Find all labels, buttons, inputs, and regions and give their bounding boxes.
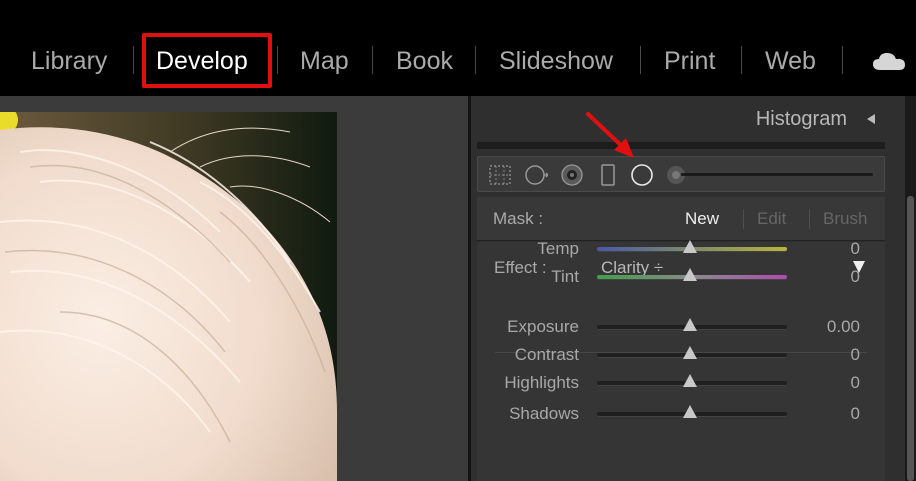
mask-brush-button[interactable]: Brush: [823, 209, 867, 229]
panel-scrollbar-thumb[interactable]: [907, 196, 914, 481]
module-library[interactable]: Library: [31, 46, 107, 76]
mask-row: Mask : New Edit Brush: [477, 197, 885, 241]
right-panel: Histogram Mask : New Edit Brush Effect:…: [471, 96, 905, 481]
slider-shadows: Shadows 0: [477, 401, 885, 427]
photo-workarea[interactable]: [0, 96, 468, 481]
slider-label: Shadows: [509, 404, 579, 423]
module-separator: [133, 46, 134, 74]
graduated-filter-icon[interactable]: [596, 163, 620, 187]
slider-value[interactable]: 0: [851, 267, 860, 287]
slider-knob[interactable]: [683, 374, 697, 387]
annotation-arrow-icon: [586, 112, 634, 158]
photo-preview[interactable]: [0, 112, 337, 481]
slider-value[interactable]: 0.00: [827, 317, 860, 337]
slider-label: Exposure: [507, 317, 579, 336]
cloud-icon[interactable]: [872, 50, 906, 72]
slider-value[interactable]: 0: [851, 404, 860, 424]
module-map[interactable]: Map: [300, 46, 349, 76]
slider-temp: Temp 0: [477, 236, 885, 262]
develop-highlight-box: [142, 33, 272, 88]
slider-label: Tint: [551, 267, 579, 286]
mask-edit-button[interactable]: Edit: [757, 209, 786, 229]
slider-highlights: Highlights 0: [477, 370, 885, 396]
module-picker: Library Develop Map Book Slideshow Print…: [0, 0, 916, 96]
histogram-title[interactable]: Histogram: [756, 108, 847, 131]
slider-knob[interactable]: [683, 318, 697, 331]
module-separator: [741, 46, 742, 74]
collapse-triangle-icon[interactable]: [867, 114, 875, 124]
slider-value[interactable]: 0: [851, 345, 860, 365]
slider-label: Contrast: [514, 345, 579, 364]
slider-value[interactable]: 0: [851, 373, 860, 393]
slider-label: Highlights: [504, 373, 579, 392]
module-slideshow[interactable]: Slideshow: [499, 46, 613, 76]
histogram-strip: [477, 142, 885, 149]
radial-filter-icon[interactable]: [630, 163, 654, 187]
slider-exposure: Exposure 0.00: [477, 314, 885, 340]
slider-knob[interactable]: [683, 268, 697, 281]
slider-value[interactable]: 0: [851, 239, 860, 259]
spot-removal-icon[interactable]: [524, 163, 548, 187]
slider-knob[interactable]: [683, 346, 697, 359]
mask-separator: [743, 209, 744, 229]
slider-knob[interactable]: [683, 240, 697, 253]
slider-contrast: Contrast 0: [477, 342, 885, 368]
crop-overlay-icon[interactable]: [488, 163, 512, 187]
mask-label: Mask :: [493, 209, 544, 228]
mask-separator: [809, 209, 810, 229]
slider-tint: Tint 0: [477, 264, 885, 290]
slider-label: Temp: [537, 239, 579, 258]
module-separator: [475, 46, 476, 74]
module-print[interactable]: Print: [664, 46, 715, 76]
mask-new-button[interactable]: New: [685, 209, 719, 229]
module-separator: [842, 46, 843, 74]
module-separator: [277, 46, 278, 74]
tool-strip: [477, 156, 885, 192]
module-book[interactable]: Book: [396, 46, 453, 76]
slider-knob[interactable]: [683, 405, 697, 418]
red-eye-icon[interactable]: [560, 163, 584, 187]
module-web[interactable]: Web: [765, 46, 816, 76]
module-separator: [640, 46, 641, 74]
module-separator: [372, 46, 373, 74]
tool-size-track[interactable]: [681, 173, 873, 176]
